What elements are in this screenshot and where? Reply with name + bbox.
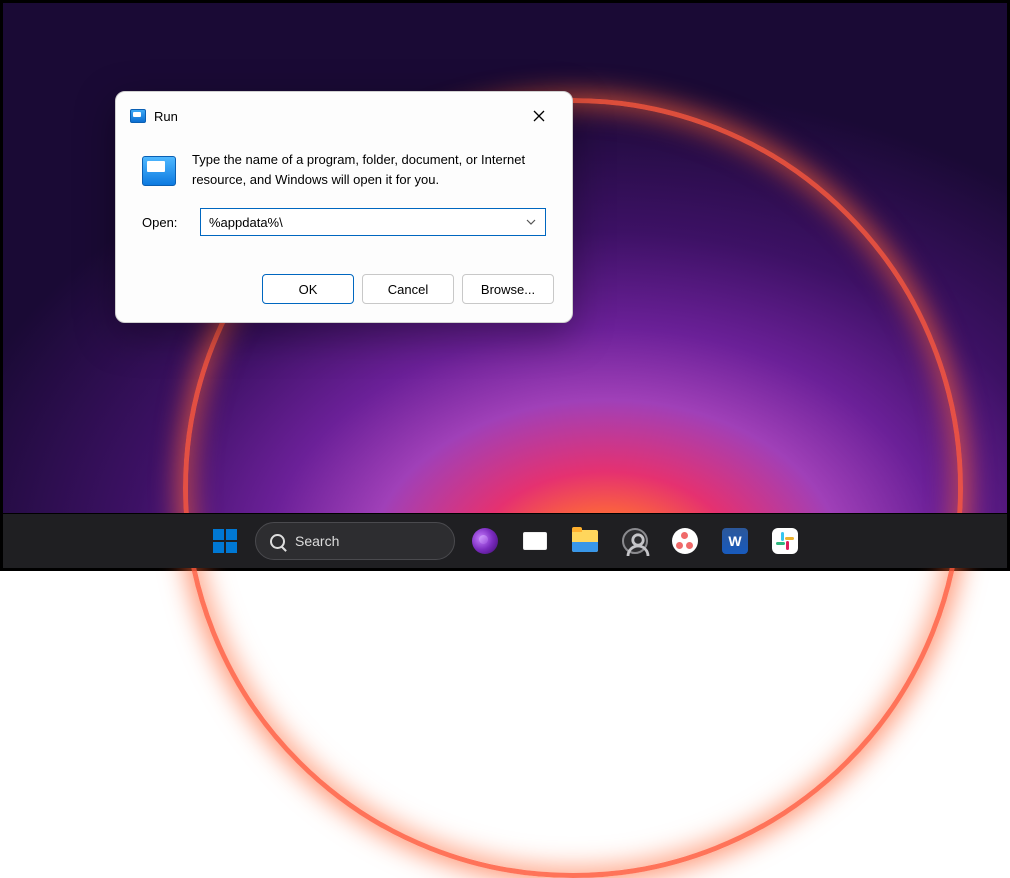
slack-icon — [772, 528, 798, 554]
run-large-icon — [142, 156, 176, 186]
word-button[interactable]: W — [715, 521, 755, 561]
file-explorer-button[interactable] — [565, 521, 605, 561]
chevron-down-icon[interactable] — [525, 216, 537, 228]
ok-button[interactable]: OK — [262, 274, 354, 304]
word-icon: W — [722, 528, 748, 554]
open-input[interactable] — [209, 215, 525, 230]
windows-logo-icon — [213, 529, 237, 553]
open-label: Open: — [142, 215, 186, 230]
close-icon — [533, 110, 545, 122]
folder-icon — [572, 530, 598, 552]
title-bar: Run — [116, 92, 572, 132]
asana-icon — [672, 528, 698, 554]
window-title: Run — [154, 109, 178, 124]
asana-button[interactable] — [665, 521, 705, 561]
copilot-button[interactable] — [465, 521, 505, 561]
desktop-wallpaper: Run Type the name of a program, folder, … — [3, 3, 1007, 568]
open-combobox[interactable] — [200, 208, 546, 236]
copilot-icon — [472, 528, 498, 554]
people-button[interactable] — [615, 521, 655, 561]
person-icon — [622, 528, 648, 554]
run-dialog: Run Type the name of a program, folder, … — [115, 91, 573, 323]
browse-button[interactable]: Browse... — [462, 274, 554, 304]
taskbar: Search W — [3, 513, 1007, 568]
task-view-button[interactable] — [515, 521, 555, 561]
taskbar-search[interactable]: Search — [255, 522, 455, 560]
close-button[interactable] — [520, 101, 558, 131]
info-text: Type the name of a program, folder, docu… — [192, 150, 546, 190]
slack-button[interactable] — [765, 521, 805, 561]
taskview-icon — [523, 532, 547, 550]
search-placeholder: Search — [295, 533, 339, 549]
start-button[interactable] — [205, 521, 245, 561]
run-icon — [130, 109, 146, 123]
cancel-button[interactable]: Cancel — [362, 274, 454, 304]
search-icon — [270, 534, 285, 549]
